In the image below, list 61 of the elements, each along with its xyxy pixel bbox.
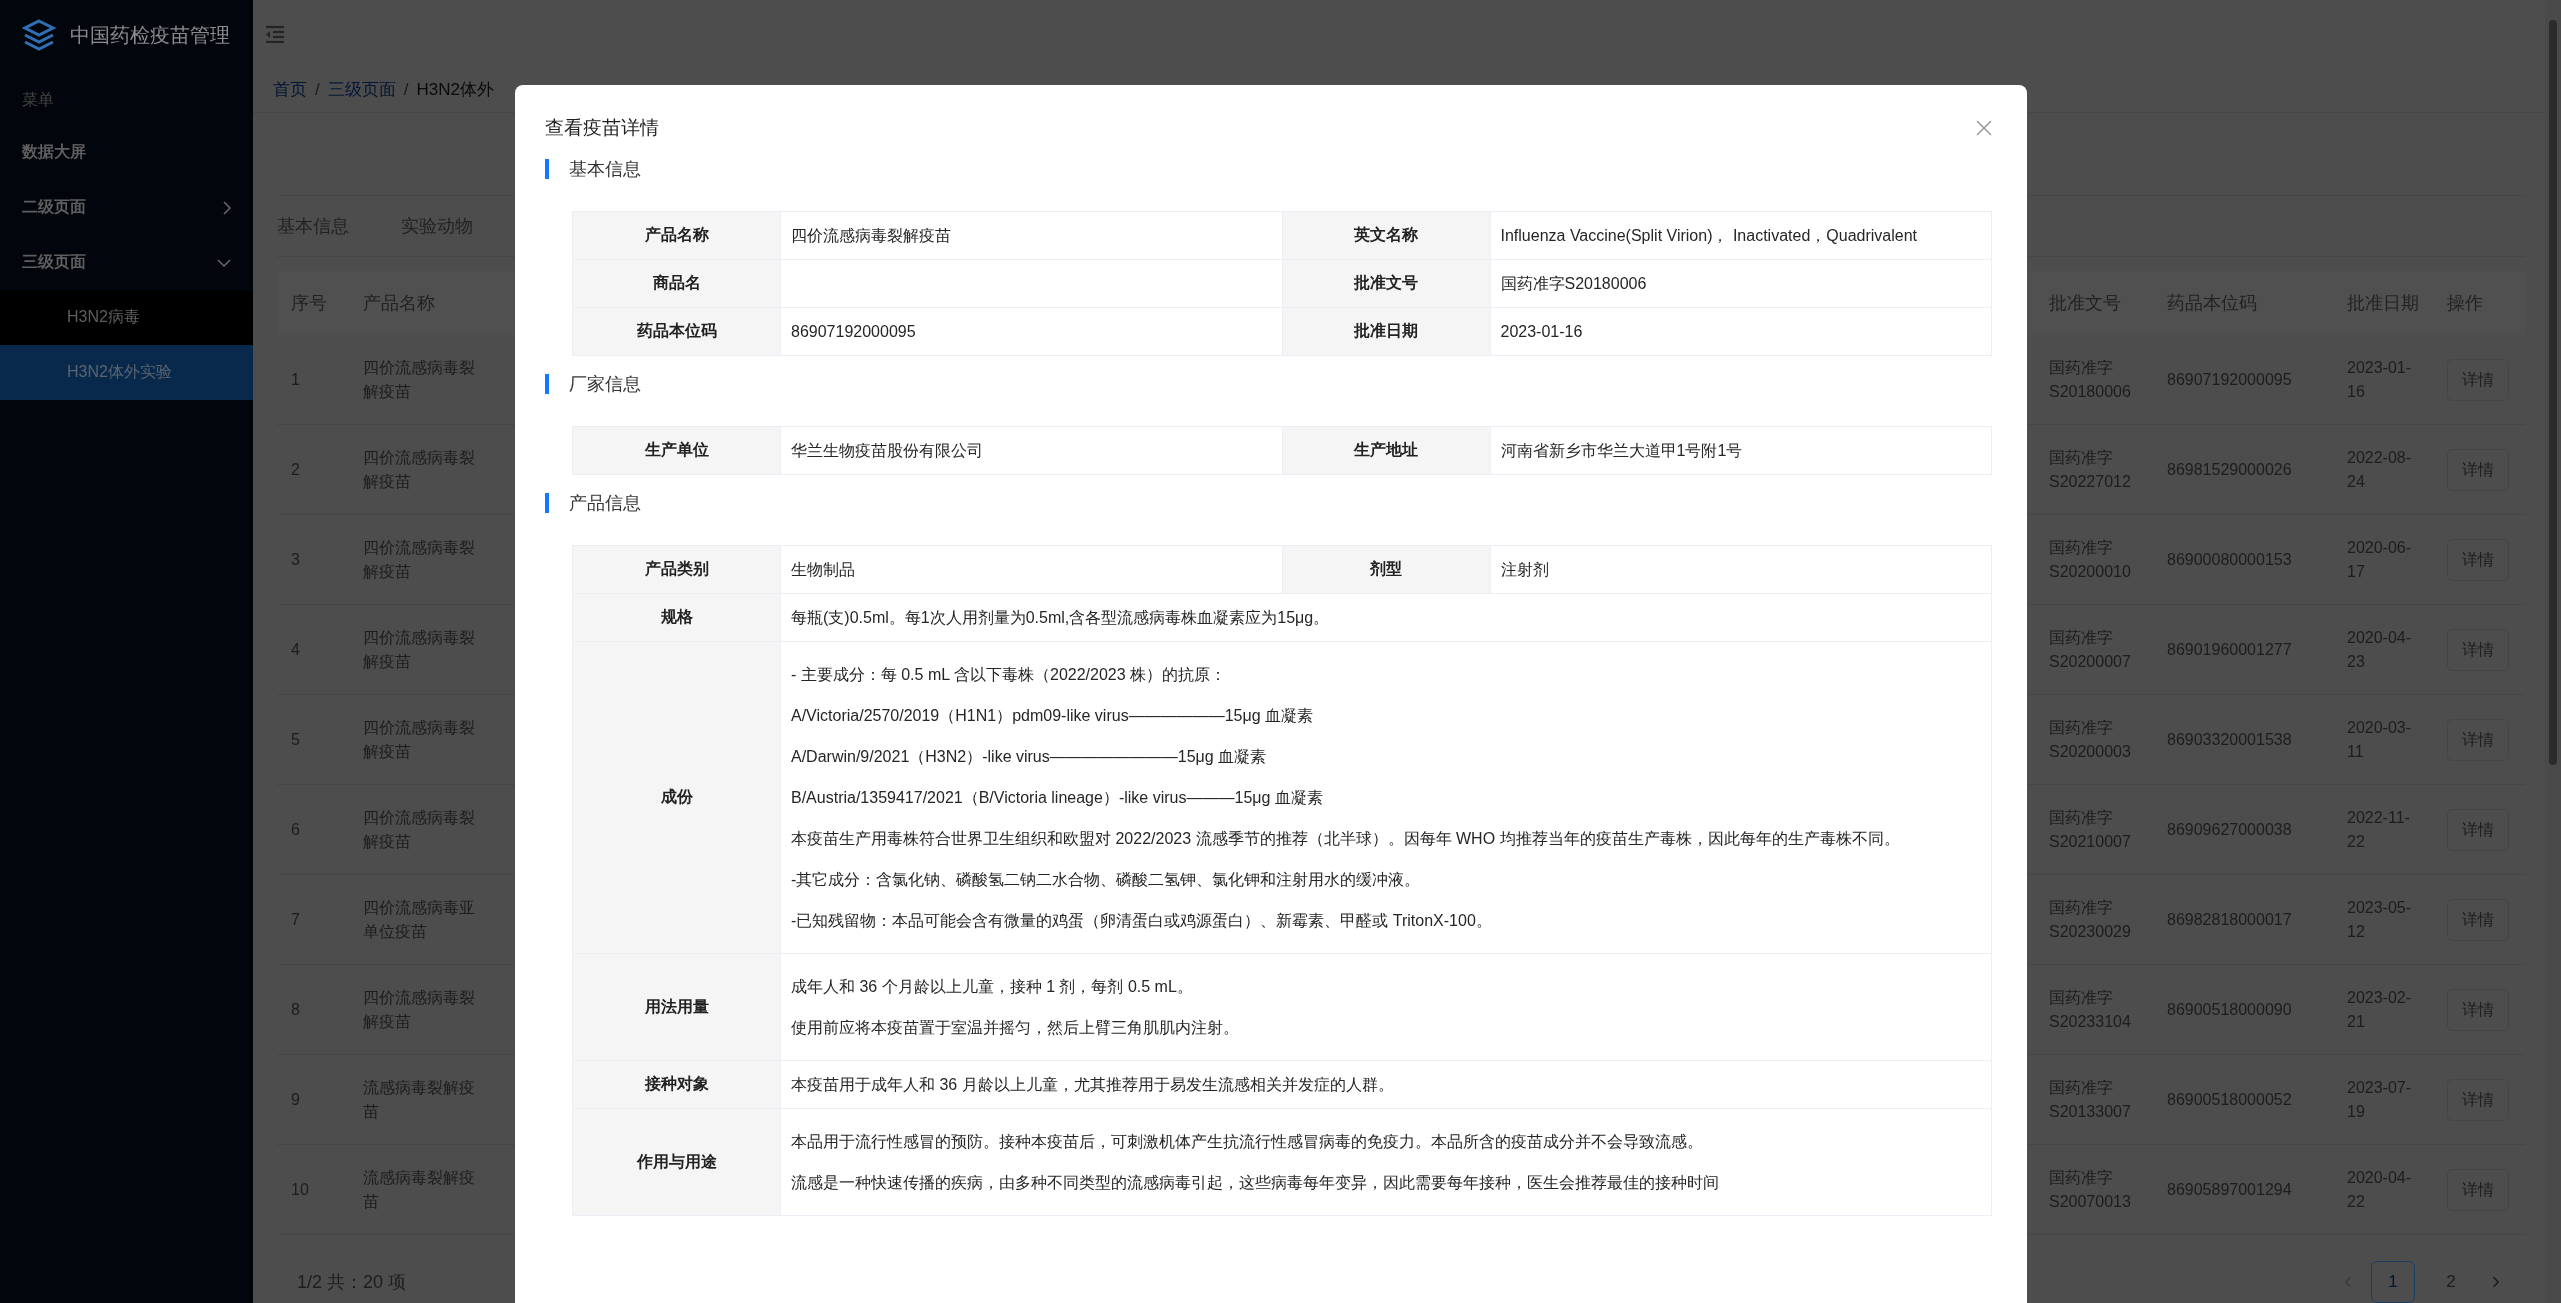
field-value: 86907192000095 bbox=[791, 321, 917, 342]
field-label: 产品类别 bbox=[573, 546, 781, 594]
field-value: 本品用于流行性感冒的预防。接种本疫苗后，可刺激机体产生抗流行性感冒病毒的免疫力。本品所含的疫苗成分并不会导致流感。 bbox=[791, 1132, 1704, 1152]
field-label: 作用与用途 bbox=[573, 1109, 781, 1216]
field-value: 使用前应将本疫苗置于室温并摇匀，然后上臂三角肌肌内注射。 bbox=[791, 1018, 1240, 1038]
field-label: 用法用量 bbox=[573, 954, 781, 1061]
field-value: -已知残留物：本品可能会含有微量的鸡蛋（卵清蛋白或鸡源蛋白）、新霉素、甲醛或 TritonX-100。 bbox=[791, 911, 1493, 931]
section-marker bbox=[545, 374, 549, 394]
field-value: 华兰生物疫苗股份有限公司 bbox=[791, 440, 984, 461]
field-value: B/Austria/1359417/2021（B/Victoria lineage）-like virus———15μg 血凝素 bbox=[791, 788, 1324, 808]
field-value: A/Darwin/9/2021（H3N2）-like virus————————15μg 血凝素 bbox=[791, 747, 1268, 767]
field-label: 剂型 bbox=[1282, 546, 1491, 594]
menu-item[interactable]: 三级页面 bbox=[0, 235, 253, 290]
breadcrumb-link[interactable]: 首页 bbox=[273, 78, 307, 102]
stacked-layers-icon bbox=[22, 18, 56, 52]
field-label: 产品名称 bbox=[573, 212, 781, 260]
field-value: 注射剂 bbox=[1500, 559, 1550, 580]
field-label: 生产单位 bbox=[573, 427, 781, 475]
field-value: 四价流感病毒裂解疫苗 bbox=[791, 225, 952, 246]
menu-item[interactable]: 数据大屏 bbox=[0, 125, 253, 180]
chevron-right-icon bbox=[223, 200, 231, 215]
menu-item[interactable]: H3N2病毒 bbox=[0, 290, 253, 345]
field-label: 成份 bbox=[573, 642, 781, 954]
field-label: 规格 bbox=[573, 594, 781, 642]
field-value: 本疫苗生产用毒株符合世界卫生组织和欧盟对 2022/2023 流感季节的推荐（北半球）。因每年 WHO 均推荐当年的疫苗生产毒株，因此每年的生产毒株不同。 bbox=[791, 829, 1901, 849]
field-label: 接种对象 bbox=[573, 1061, 781, 1109]
field-label: 批准日期 bbox=[1282, 308, 1491, 356]
menu-item[interactable]: H3N2体外实验 bbox=[0, 345, 253, 400]
scrollbar-thumb[interactable] bbox=[2549, 20, 2557, 765]
field-value: 每瓶(支)0.5ml。每1次人用剂量为0.5ml,含各型流感病毒株血凝素应为15μg。 bbox=[791, 607, 1331, 628]
field-label: 英文名称 bbox=[1282, 212, 1491, 260]
section-marker bbox=[545, 159, 549, 179]
dialog-title: 查看疫苗详情 bbox=[545, 116, 659, 140]
section-marker bbox=[545, 493, 549, 513]
chevron-down-icon bbox=[217, 258, 231, 267]
field-label: 药品本位码 bbox=[573, 308, 781, 356]
field-value: 2023-01-16 bbox=[1500, 321, 1584, 342]
breadcrumb-separator: / bbox=[315, 79, 320, 100]
field-label: 批准文号 bbox=[1282, 260, 1491, 308]
page-button[interactable]: 1 bbox=[2371, 1261, 2415, 1303]
app-title: 中国药检疫苗管理 bbox=[70, 22, 230, 48]
field-value: -其它成分：含氯化钠、磷酸氢二钠二水合物、磷酸二氢钾、氯化钾和注射用水的缓冲液。 bbox=[791, 870, 1422, 890]
section-title: 厂家信息 bbox=[569, 373, 641, 396]
field-value: A/Victoria/2570/2019（H1N1）pdm09-like virus——————15μg 血凝素 bbox=[791, 706, 1314, 726]
field-label: 生产地址 bbox=[1282, 427, 1491, 475]
menu-group-title: 菜单 bbox=[21, 90, 55, 110]
field-value: - 主要成分：每 0.5 mL 含以下毒株（2022/2023 株）的抗原： bbox=[791, 665, 1228, 685]
field-value: 本疫苗用于成年人和 36 月龄以上儿童，尤其推荐用于易发生流感相关并发症的人群。 bbox=[791, 1074, 1395, 1095]
field-value: Influenza Vaccine(Split Virion)， Inactivated，Quadrivalent bbox=[1500, 225, 1918, 246]
field-label: 商品名 bbox=[573, 260, 781, 308]
menu-item[interactable]: 二级页面 bbox=[0, 180, 253, 235]
breadcrumb-current: H3N2体外 bbox=[416, 79, 494, 102]
section-title: 基本信息 bbox=[569, 158, 641, 181]
field-value: 国药准字S20180006 bbox=[1500, 273, 1648, 294]
field-value: 河南省新乡市华兰大道甲1号附1号 bbox=[1500, 440, 1744, 461]
field-value: 流感是一种快速传播的疾病，由多种不同类型的流感病毒引起，这些病毒每年变异，因此需要每年接种，医生会推荐最佳的接种时间 bbox=[791, 1173, 1720, 1193]
menu-collapse-icon[interactable] bbox=[265, 24, 285, 43]
breadcrumb-separator: / bbox=[403, 79, 409, 100]
field-value: 生物制品 bbox=[791, 559, 856, 580]
field-value: 成年人和 36 个月龄以上儿童，接种 1 剂，每剂 0.5 mL。 bbox=[791, 977, 1194, 997]
section-title: 产品信息 bbox=[569, 492, 641, 515]
